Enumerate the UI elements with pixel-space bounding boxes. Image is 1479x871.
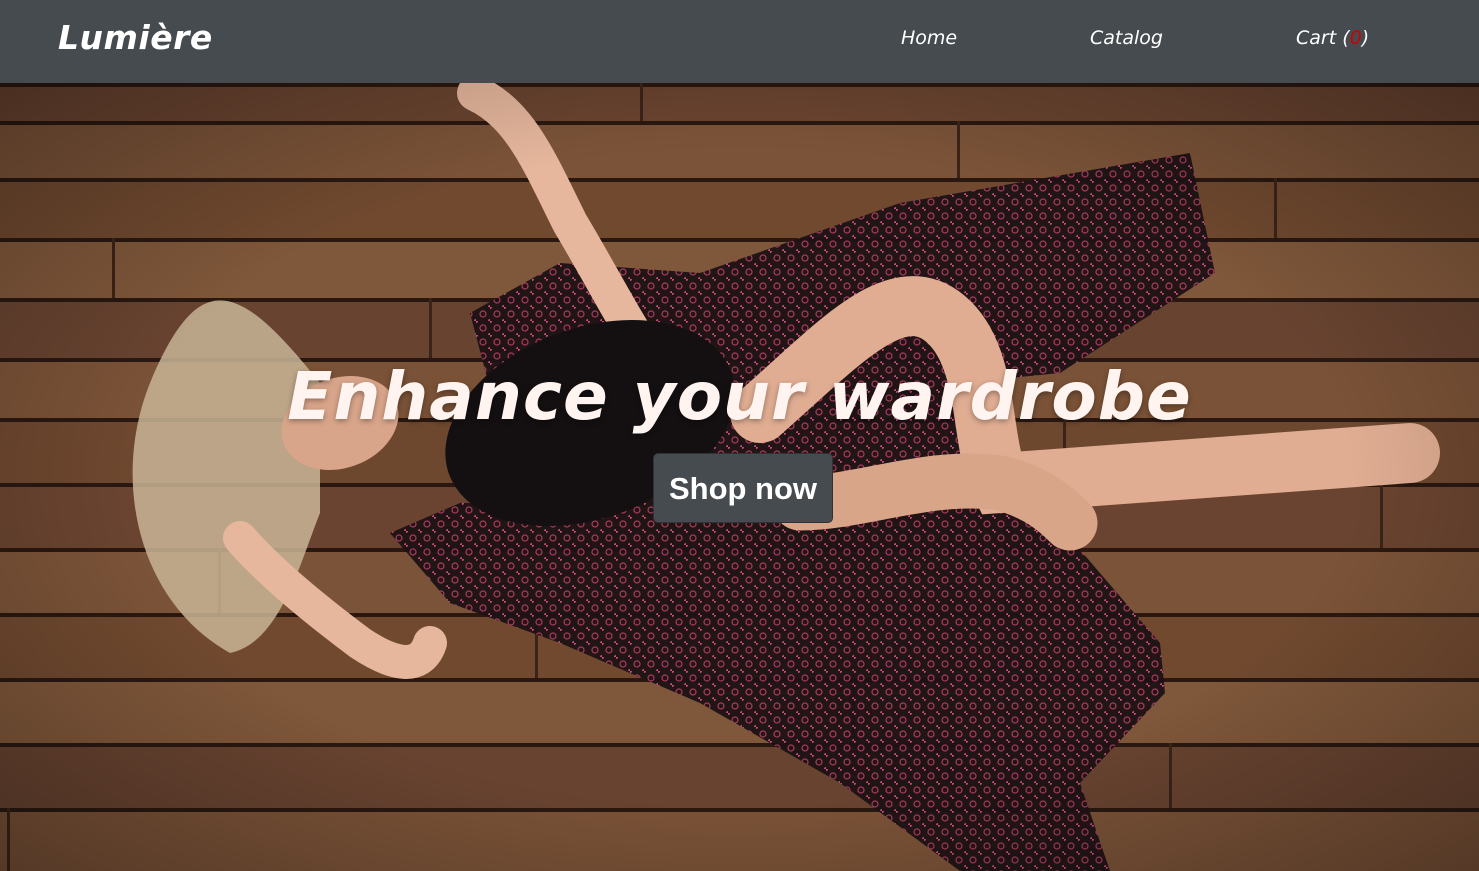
nav-home-link[interactable]: Home: [901, 26, 957, 50]
top-navbar: Lumière Home Catalog Cart (0): [0, 0, 1479, 83]
nav-catalog-link[interactable]: Catalog: [1090, 26, 1163, 50]
hero-banner: Enhance your wardrobe Shop now: [0, 83, 1479, 871]
cart-count-badge: 0: [1349, 27, 1362, 49]
brand-logo[interactable]: Lumière: [58, 18, 213, 58]
cart-label-prefix: Cart (: [1296, 27, 1350, 49]
cart-label-suffix: ): [1361, 27, 1370, 49]
hero-headline: Enhance your wardrobe: [287, 358, 1192, 435]
shop-now-button[interactable]: Shop now: [653, 453, 833, 523]
nav-cart-link[interactable]: Cart (0): [1296, 26, 1369, 50]
